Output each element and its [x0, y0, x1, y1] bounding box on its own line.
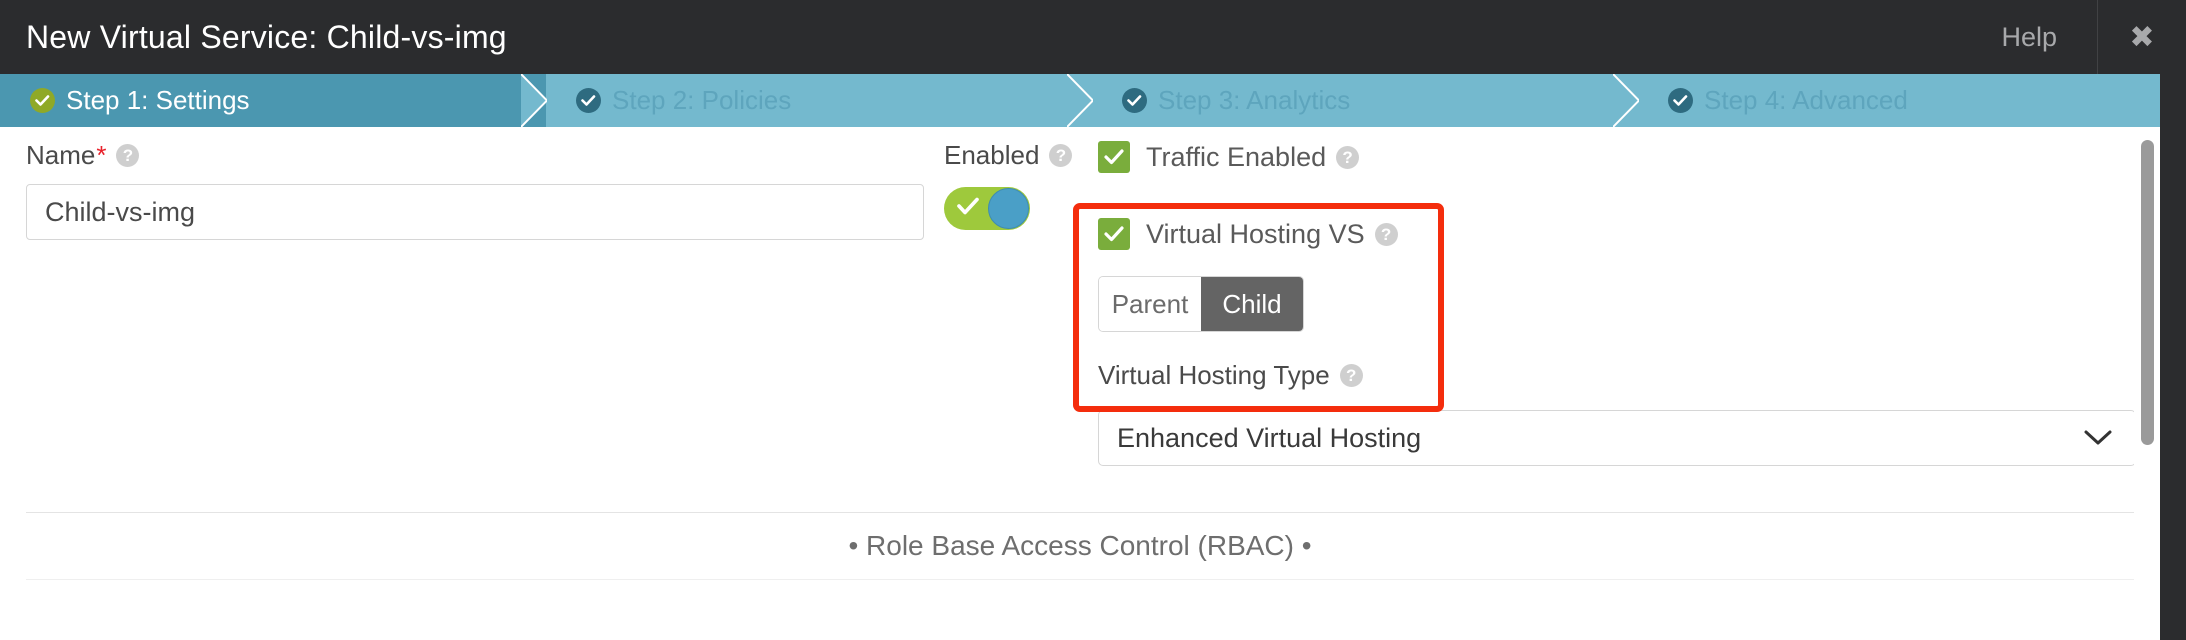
wizard-step-4-label: Step 4: Advanced — [1704, 85, 1908, 115]
step-arrow-icon — [1613, 74, 1639, 127]
check-circle-icon — [1122, 88, 1147, 113]
checkmark-icon — [1104, 149, 1124, 165]
virtual-hosting-vs-label: Virtual Hosting VS — [1146, 218, 1365, 249]
virtual-hosting-vs-group: Virtual Hosting VS ? Parent Child Virtua… — [1098, 218, 1398, 391]
rbac-section-header[interactable]: • Role Base Access Control (RBAC) • — [0, 530, 2160, 562]
wizard-step-1-settings[interactable]: Step 1: Settings — [0, 74, 547, 127]
check-circle-icon — [30, 88, 55, 113]
check-circle-icon — [1668, 88, 1693, 113]
virtual-hosting-type-label-row: Virtual Hosting Type ? — [1098, 360, 1398, 391]
question-mark-icon[interactable]: ? — [1339, 364, 1363, 387]
virtual-hosting-type-select[interactable]: Enhanced Virtual Hosting — [1098, 410, 2136, 466]
vs-type-option-parent[interactable]: Parent — [1099, 277, 1201, 331]
question-mark-icon[interactable]: ? — [1336, 145, 1360, 169]
name-label: Name — [26, 140, 96, 170]
enabled-field-group: Enabled ? — [944, 140, 1073, 230]
step-arrow-icon — [521, 74, 547, 127]
name-field-group: Name * ? — [26, 140, 924, 240]
traffic-enabled-label: Traffic Enabled — [1146, 141, 1327, 172]
checkmark-icon — [1104, 226, 1124, 242]
vs-type-option-child[interactable]: Child — [1201, 277, 1303, 331]
virtual-hosting-type-value: Enhanced Virtual Hosting — [1117, 422, 1422, 453]
page-title: New Virtual Service: Child-vs-img — [26, 18, 507, 55]
close-icon[interactable]: ✖ — [2098, 0, 2186, 74]
wizard-step-bar: Step 1: Settings Step 2: Policies Step 3… — [0, 74, 2186, 127]
name-input[interactable] — [26, 184, 924, 240]
virtual-hosting-vs-row: Virtual Hosting VS ? — [1098, 218, 1398, 250]
traffic-enabled-group: Traffic Enabled ? — [1098, 141, 1360, 173]
vs-type-segmented-control: Parent Child — [1098, 276, 1304, 332]
question-mark-icon[interactable]: ? — [116, 144, 140, 167]
check-circle-icon — [576, 88, 601, 113]
enabled-label-row: Enabled ? — [944, 140, 1073, 171]
section-divider — [26, 512, 2136, 513]
settings-form: Name* ? Enabled ? — [0, 127, 2160, 640]
wizard-content-pane: Name* ? Enabled ? — [0, 127, 2160, 640]
checkmark-icon — [957, 197, 979, 220]
modal-title-bar: New Virtual Service: Child-vs-img Help ✖ — [0, 0, 2186, 74]
virtual-service-wizard-modal: New Virtual Service: Child-vs-img Help ✖… — [0, 0, 2186, 640]
enabled-toggle[interactable] — [944, 187, 1030, 230]
wizard-step-1-label: Step 1: Settings — [66, 85, 250, 115]
wizard-step-3-label: Step 3: Analytics — [1158, 85, 1351, 115]
wizard-step-2-label: Step 2: Policies — [612, 85, 792, 115]
name-label-row: Name * ? — [26, 140, 924, 171]
step-arrow-icon — [1067, 74, 1093, 127]
question-mark-icon[interactable]: ? — [1374, 222, 1398, 246]
wizard-step-3-analytics[interactable]: Step 3: Analytics — [1092, 74, 1639, 127]
question-mark-icon[interactable]: ? — [1049, 144, 1073, 167]
traffic-enabled-row: Traffic Enabled ? — [1098, 141, 1360, 173]
help-button[interactable]: Help — [1961, 0, 2098, 74]
traffic-enabled-checkbox[interactable] — [1098, 141, 1130, 173]
scrollbar-thumb[interactable] — [2141, 140, 2154, 445]
wizard-step-2-policies[interactable]: Step 2: Policies — [546, 74, 1093, 127]
chevron-down-icon — [2083, 429, 2135, 447]
required-asterisk: * — [96, 140, 107, 170]
virtual-hosting-vs-checkbox[interactable] — [1098, 218, 1130, 250]
rbac-bottom-divider — [26, 579, 2136, 580]
virtual-hosting-type-label: Virtual Hosting Type — [1098, 360, 1330, 390]
toggle-knob — [988, 188, 1029, 229]
enabled-label: Enabled — [944, 140, 1040, 170]
page-background-gutter — [2160, 74, 2186, 640]
wizard-step-4-advanced[interactable]: Step 4: Advanced — [1638, 74, 2186, 127]
